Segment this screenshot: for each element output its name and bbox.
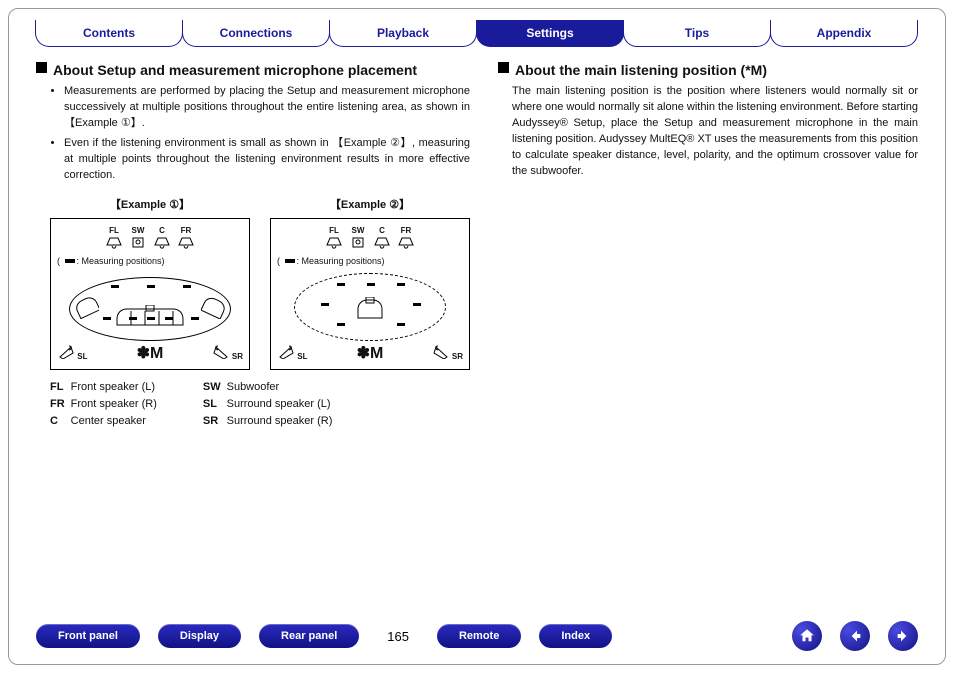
- left-bullet-2: Even if the listening environment is sma…: [64, 136, 470, 184]
- spk-sr: SR: [212, 345, 243, 363]
- tab-settings[interactable]: Settings: [476, 20, 624, 47]
- right-body: The main listening position is the posit…: [512, 84, 918, 180]
- legend-col-1: FLFront speaker (L) FRFront speaker (R) …: [50, 380, 163, 431]
- back-button[interactable]: [840, 621, 870, 651]
- spk-sl: SL: [57, 345, 87, 363]
- right-column: About the main listening position (*M) T…: [498, 60, 918, 431]
- example-2-figure: FL SW C FR ( : Measuring positions): [270, 218, 470, 370]
- right-heading: About the main listening position (*M): [498, 60, 918, 80]
- left-heading: About Setup and measurement microphone p…: [36, 60, 470, 80]
- tab-playback[interactable]: Playback: [329, 20, 477, 47]
- speaker-icon: [277, 345, 295, 359]
- speaker-icon: [212, 345, 230, 359]
- arrow-right-icon: [895, 628, 911, 644]
- seat-icon: [201, 297, 225, 319]
- measure-pos-icon: [321, 303, 329, 306]
- spk-fr: FR: [177, 225, 195, 251]
- home-button[interactable]: [792, 621, 822, 651]
- speaker-icon: [432, 345, 450, 359]
- tab-contents[interactable]: Contents: [35, 20, 183, 47]
- speaker-legend: FLFront speaker (L) FRFront speaker (R) …: [50, 380, 470, 431]
- spk-sr: SR: [432, 345, 463, 363]
- speaker-icon: [177, 236, 195, 250]
- arrow-left-icon: [847, 628, 863, 644]
- legend-col-2: SWSubwoofer SLSurround speaker (L) SRSur…: [203, 380, 339, 431]
- example-1-caption: ( : Measuring positions): [57, 255, 165, 268]
- speaker-icon: [129, 236, 147, 250]
- example-diagrams: 【Example ①】 FL SW C FR ( : Measuring pos…: [50, 198, 470, 370]
- speaker-icon: [153, 236, 171, 250]
- speaker-icon: [397, 236, 415, 250]
- left-column: About Setup and measurement microphone p…: [36, 60, 470, 431]
- left-bullet-1: Measurements are performed by placing th…: [64, 84, 470, 132]
- btn-index[interactable]: Index: [539, 624, 612, 648]
- speaker-icon: [325, 236, 343, 250]
- seat-icon: [75, 297, 99, 319]
- legend-row: SRSurround speaker (R): [203, 414, 339, 431]
- right-heading-text: About the main listening position (*M): [515, 60, 767, 80]
- example-2-caption: ( : Measuring positions): [277, 255, 385, 268]
- btn-rear-panel[interactable]: Rear panel: [259, 624, 359, 648]
- legend-row: FLFront speaker (L): [50, 380, 163, 397]
- left-bullets: Measurements are performed by placing th…: [50, 84, 470, 184]
- measure-pos-icon: [183, 285, 191, 288]
- spk-fr: FR: [397, 225, 415, 251]
- left-heading-text: About Setup and measurement microphone p…: [53, 60, 417, 80]
- legend-row: SLSurround speaker (L): [203, 397, 339, 414]
- example-2-title: 【Example ②】: [270, 198, 470, 214]
- tab-appendix[interactable]: Appendix: [770, 20, 918, 47]
- btn-front-panel[interactable]: Front panel: [36, 624, 140, 648]
- example-2: 【Example ②】 FL SW C FR ( : Measuring pos…: [270, 198, 470, 370]
- spk-sw: SW: [129, 225, 147, 251]
- tab-connections[interactable]: Connections: [182, 20, 330, 47]
- measure-pos-icon: [111, 285, 119, 288]
- example-1-top-speakers: FL SW C FR: [51, 225, 249, 251]
- btn-remote[interactable]: Remote: [437, 624, 521, 648]
- main-position-m: ✽M: [137, 342, 164, 365]
- speaker-icon: [105, 236, 123, 250]
- page: Contents Connections Playback Settings T…: [0, 0, 954, 673]
- measure-pos-icon: [191, 317, 199, 320]
- square-bullet-icon: [36, 62, 47, 73]
- seat-icon: [355, 297, 385, 323]
- forward-button[interactable]: [888, 621, 918, 651]
- page-number: 165: [387, 629, 409, 644]
- square-bullet-icon: [498, 62, 509, 73]
- speaker-icon: [57, 345, 75, 359]
- spk-c: C: [373, 225, 391, 251]
- legend-row: SWSubwoofer: [203, 380, 339, 397]
- couch-icon: [115, 305, 185, 333]
- content-columns: About Setup and measurement microphone p…: [36, 60, 918, 431]
- speaker-icon: [349, 236, 367, 250]
- example-1: 【Example ①】 FL SW C FR ( : Measuring pos…: [50, 198, 250, 370]
- spk-fl: FL: [325, 225, 343, 251]
- home-icon: [798, 627, 816, 645]
- measure-pos-icon: [337, 283, 345, 286]
- measure-pos-icon: [397, 323, 405, 326]
- bottom-bar: Front panel Display Rear panel 165 Remot…: [36, 621, 918, 651]
- spk-sl: SL: [277, 345, 307, 363]
- measure-pos-icon: [397, 283, 405, 286]
- spk-c: C: [153, 225, 171, 251]
- spk-fl: FL: [105, 225, 123, 251]
- btn-display[interactable]: Display: [158, 624, 241, 648]
- example-1-figure: FL SW C FR ( : Measuring positions): [50, 218, 250, 370]
- top-tabs: Contents Connections Playback Settings T…: [36, 20, 918, 47]
- measure-pos-icon: [337, 323, 345, 326]
- example-2-top-speakers: FL SW C FR: [271, 225, 469, 251]
- tab-tips[interactable]: Tips: [623, 20, 771, 47]
- measure-pos-icon: [367, 283, 375, 286]
- legend-row: FRFront speaker (R): [50, 397, 163, 414]
- measure-pos-icon: [147, 285, 155, 288]
- main-position-m: ✽M: [357, 342, 384, 365]
- example-1-title: 【Example ①】: [50, 198, 250, 214]
- measure-pos-icon: [413, 303, 421, 306]
- legend-row: CCenter speaker: [50, 414, 163, 431]
- measure-pos-icon: [103, 317, 111, 320]
- spk-sw: SW: [349, 225, 367, 251]
- speaker-icon: [373, 236, 391, 250]
